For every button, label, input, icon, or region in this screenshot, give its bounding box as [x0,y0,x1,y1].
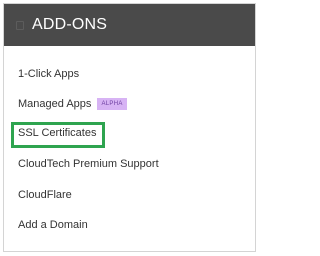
menu-item-managed-apps[interactable]: Managed Apps ALPHA [18,98,127,110]
square-icon [16,20,24,30]
menu-item-label: Managed Apps [18,97,92,110]
alpha-badge: ALPHA [97,98,127,110]
menu-item-label: CloudTech Premium Support [18,158,159,170]
menu-item-label: SSL Certificates [18,127,97,139]
panel-title: ADD-ONS [32,16,108,33]
menu-item-cloudtech-premium-support[interactable]: CloudTech Premium Support [18,159,159,170]
menu-item-cloudflare[interactable]: CloudFlare [18,190,72,201]
add-ons-panel: ADD-ONS 1-Click Apps Managed Apps ALPHA … [3,3,256,252]
menu-item-add-a-domain[interactable]: Add a Domain [18,220,88,231]
menu-item-ssl-certificates[interactable]: SSL Certificates [18,128,96,139]
menu-item-label: Add a Domain [18,219,88,231]
panel-header: ADD-ONS [4,4,255,46]
menu-item-1-click-apps[interactable]: 1-Click Apps [18,69,79,80]
menu-item-label: CloudFlare [18,189,72,201]
menu-item-label: 1-Click Apps [18,68,80,80]
